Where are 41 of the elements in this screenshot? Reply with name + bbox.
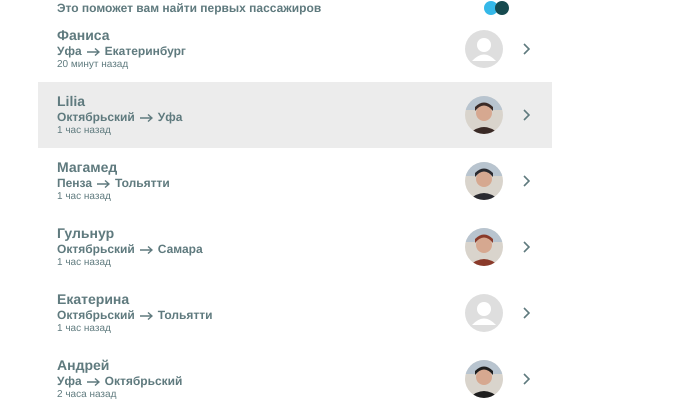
arrow-right-icon <box>140 312 153 320</box>
arrow-right-icon <box>86 48 100 56</box>
passenger-name: Андрей <box>57 356 110 374</box>
route-to: Тольятти <box>158 308 213 323</box>
arrow-right-icon <box>86 378 100 386</box>
time-ago: 1 час назад <box>57 125 112 138</box>
chevron-right-icon <box>523 109 530 121</box>
route-to: Самара <box>158 242 203 257</box>
avatars-icon <box>482 1 512 15</box>
route-from: Октябрьский <box>57 242 135 257</box>
hint-text: Это поможет вам найти первых пассажиров <box>57 1 322 15</box>
route-to: Уфа <box>158 110 182 125</box>
arrow-right-icon <box>140 246 153 254</box>
route-from: Уфа <box>57 44 82 59</box>
arrow-right-icon <box>97 180 110 188</box>
route-from: Октябрьский <box>57 110 135 125</box>
passenger-name: Магамед <box>57 158 118 176</box>
route-to: Екатеринбург <box>104 44 186 59</box>
chevron-right-icon <box>523 43 530 55</box>
route-to: Тольятти <box>115 176 170 191</box>
time-ago: 2 часа назад <box>57 389 118 402</box>
chevron-right-icon <box>523 241 530 253</box>
passenger-name: Фаниса <box>57 26 111 44</box>
chevron-right-icon <box>523 175 530 187</box>
time-ago: 20 минут назад <box>57 59 130 72</box>
time-ago: 1 час назад <box>57 323 112 336</box>
avatar-placeholder-icon <box>465 294 503 332</box>
time-ago: 1 час назад <box>57 191 112 204</box>
route-to: Октябрьский <box>104 374 182 389</box>
route-from: Пенза <box>57 176 92 191</box>
chevron-right-icon <box>523 307 530 319</box>
avatar-placeholder-icon <box>465 30 503 68</box>
route-from: Уфа <box>57 374 82 389</box>
chevron-right-icon <box>523 373 530 385</box>
passenger-name: Гульнур <box>57 224 116 242</box>
passenger-name: Lilia <box>57 92 86 110</box>
passenger-name: Екатерина <box>57 290 130 308</box>
arrow-right-icon <box>140 114 153 122</box>
time-ago: 1 час назад <box>57 257 112 270</box>
request-row[interactable]: Lilia Октябрьский Уфа 1 час назад <box>38 82 552 148</box>
route-from: Октябрьский <box>57 308 135 323</box>
